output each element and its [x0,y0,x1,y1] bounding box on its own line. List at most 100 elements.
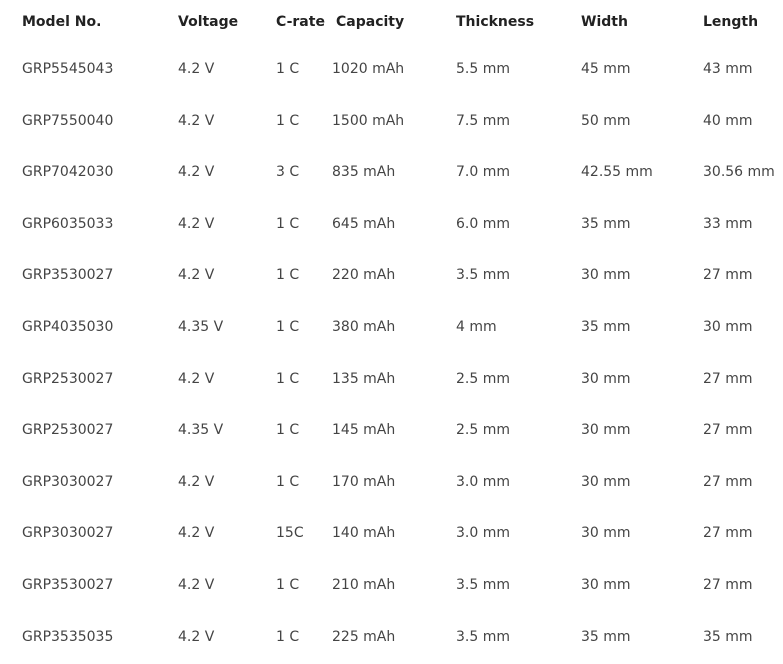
cell-length: 43 mm [703,61,753,77]
cell-width: 42.55 mm [581,164,653,181]
table-row: GRP3030027 4.2 V 1 C 170 mAh 3.0 mm 30 m… [0,456,783,508]
cell-capacity: 1500 mAh [332,112,405,129]
cell-length: 27 mm [703,576,753,593]
table-header-row: Model No. Voltage C-rate Capacity Thickn… [0,0,783,43]
header-thickness: Thickness [456,14,535,30]
cell-voltage: 4.2 V [178,61,215,77]
cell-capacity: 1020 mAh [332,61,405,77]
cell-width: 30 mm [581,422,631,439]
cell-width: 30 mm [581,473,631,490]
cell-capacity: 135 mAh [332,370,396,387]
cell-capacity: 145 mAh [332,422,396,439]
cell-thickness: 4 mm [456,318,497,335]
cell-voltage: 4.2 V [178,370,215,387]
cell-width: 30 mm [581,370,631,387]
cell-length: 40 mm [703,112,753,129]
cell-voltage: 4.2 V [178,267,215,284]
table-row: GRP3530027 4.2 V 1 C 210 mAh 3.5 mm 30 m… [0,559,783,611]
cell-voltage: 4.2 V [178,164,215,181]
cell-crate: 1 C [276,112,300,129]
cell-voltage: 4.2 V [178,215,215,232]
cell-voltage: 4.35 V [178,422,224,439]
cell-thickness: 2.5 mm [456,370,510,387]
cell-width: 30 mm [581,525,631,542]
cell-model: GRP3530027 [22,267,114,284]
cell-width: 30 mm [581,576,631,593]
cell-thickness: 7.0 mm [456,164,510,181]
cell-length: 27 mm [703,473,753,490]
cell-voltage: 4.2 V [178,576,215,593]
cell-thickness: 2.5 mm [456,422,510,439]
table-row: GRP3530027 4.2 V 1 C 220 mAh 3.5 mm 30 m… [0,249,783,301]
cell-thickness: 6.0 mm [456,215,510,232]
header-model: Model No. [22,14,102,30]
table-row: GRP3030027 4.2 V 15C 140 mAh 3.0 mm 30 m… [0,507,783,559]
cell-model: GRP3030027 [22,525,114,542]
cell-crate: 1 C [276,318,300,335]
cell-thickness: 3.0 mm [456,525,510,542]
cell-crate: 15C [276,525,304,542]
header-voltage: Voltage [178,14,239,30]
cell-model: GRP2530027 [22,370,114,387]
cell-length: 33 mm [703,215,753,232]
cell-model: GRP5545043 [22,61,114,77]
cell-width: 35 mm [581,318,631,335]
cell-width: 45 mm [581,61,631,77]
cell-thickness: 7.5 mm [456,112,510,129]
battery-spec-table: Model No. Voltage C-rate Capacity Thickn… [0,0,783,662]
table-row: GRP4035030 4.35 V 1 C 380 mAh 4 mm 35 mm… [0,301,783,353]
cell-thickness: 3.5 mm [456,576,510,593]
table-row: GRP2530027 4.35 V 1 C 145 mAh 2.5 mm 30 … [0,404,783,456]
table-row: GRP2530027 4.2 V 1 C 135 mAh 2.5 mm 30 m… [0,353,783,405]
cell-capacity: 170 mAh [332,473,396,490]
cell-crate: 1 C [276,473,300,490]
cell-model: GRP3030027 [22,473,114,490]
cell-crate: 1 C [276,370,300,387]
header-capacity: Capacity [336,14,405,30]
header-width: Width [581,14,628,30]
cell-model: GRP3530027 [22,576,114,593]
cell-length: 27 mm [703,370,753,387]
cell-length: 30.56 mm [703,164,775,181]
cell-model: GRP7042030 [22,164,114,181]
table-row: GRP7550040 4.2 V 1 C 1500 mAh 7.5 mm 50 … [0,95,783,147]
cell-length: 27 mm [703,525,753,542]
cell-voltage: 4.35 V [178,318,224,335]
cell-capacity: 645 mAh [332,215,396,232]
cell-thickness: 3.5 mm [456,267,510,284]
cell-voltage: 4.2 V [178,628,215,645]
cell-capacity: 380 mAh [332,318,396,335]
cell-model: GRP3535035 [22,628,114,645]
cell-thickness: 3.0 mm [456,473,510,490]
cell-crate: 1 C [276,576,300,593]
cell-crate: 1 C [276,267,300,284]
cell-crate: 3 C [276,164,300,181]
cell-voltage: 4.2 V [178,473,215,490]
table-row: GRP3535035 4.2 V 1 C 225 mAh 3.5 mm 35 m… [0,611,783,663]
cell-width: 35 mm [581,215,631,232]
cell-model: GRP2530027 [22,422,114,439]
table-row: GRP7042030 4.2 V 3 C 835 mAh 7.0 mm 42.5… [0,146,783,198]
cell-model: GRP7550040 [22,112,114,129]
cell-voltage: 4.2 V [178,112,215,129]
cell-crate: 1 C [276,628,300,645]
cell-thickness: 3.5 mm [456,628,510,645]
cell-crate: 1 C [276,61,300,77]
cell-voltage: 4.2 V [178,525,215,542]
cell-width: 35 mm [581,628,631,645]
cell-capacity: 835 mAh [332,164,396,181]
cell-width: 50 mm [581,112,631,129]
cell-length: 35 mm [703,628,753,645]
cell-capacity: 220 mAh [332,267,396,284]
cell-width: 30 mm [581,267,631,284]
header-crate: C-rate [276,14,325,30]
cell-crate: 1 C [276,215,300,232]
table-row: GRP6035033 4.2 V 1 C 645 mAh 6.0 mm 35 m… [0,198,783,250]
cell-length: 30 mm [703,318,753,335]
cell-length: 27 mm [703,267,753,284]
cell-capacity: 140 mAh [332,525,396,542]
cell-model: GRP6035033 [22,215,114,232]
cell-capacity: 210 mAh [332,576,396,593]
table-row: GRP5545043 4.2 V 1 C 1020 mAh 5.5 mm 45 … [0,43,783,95]
cell-capacity: 225 mAh [332,628,396,645]
